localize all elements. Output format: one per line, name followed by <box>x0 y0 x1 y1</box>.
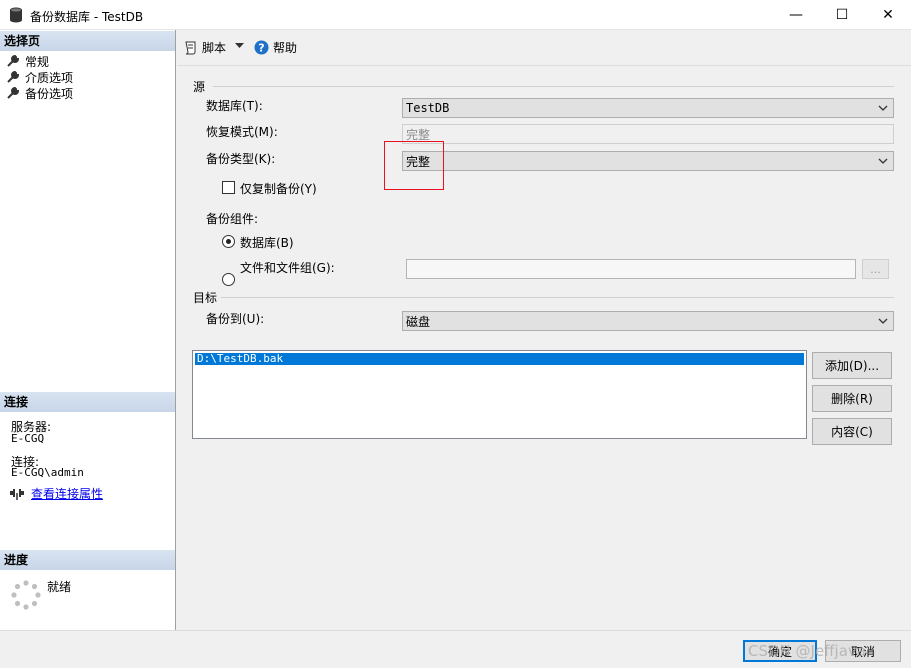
page-item-label: 常规 <box>25 54 50 69</box>
page-item-label: 备份选项 <box>25 86 74 101</box>
add-destination-button[interactable]: 添加(D)... <box>812 352 892 379</box>
backup-type-combobox[interactable]: 完整 <box>402 151 894 171</box>
remove-destination-button[interactable]: 删除(R) <box>812 385 892 412</box>
cancel-button[interactable]: 取消 <box>825 640 901 662</box>
database-label: 数据库(T): <box>206 99 263 113</box>
chevron-down-icon <box>235 43 244 48</box>
progress-status: 就绪 <box>47 580 72 594</box>
help-label: 帮助 <box>273 41 298 55</box>
copy-only-label: 仅复制备份(Y) <box>240 182 317 196</box>
component-database-radio[interactable] <box>222 235 235 248</box>
chevron-down-icon <box>878 158 888 164</box>
database-icon <box>10 7 22 23</box>
component-files-radio[interactable] <box>222 273 235 286</box>
source-group-label: 源 <box>193 80 206 94</box>
ok-button[interactable]: 确定 <box>743 640 817 662</box>
backup-to-label: 备份到(U): <box>206 312 265 326</box>
select-page-header: 选择页 <box>0 31 175 51</box>
chevron-down-icon <box>878 318 888 324</box>
view-connection-properties-link[interactable]: 查看连接属性 <box>31 485 103 502</box>
filegroup-textbox[interactable] <box>406 259 856 279</box>
left-pane: 选择页 常规 介质选项 备份选项 连接 服务器: E-CGQ 连接: E-CGQ… <box>0 30 176 630</box>
progress-spinner-icon <box>11 580 41 610</box>
chevron-down-icon <box>878 105 888 111</box>
window-title: 备份数据库 - TestDB <box>30 10 144 24</box>
recovery-model-label: 恢复模式(M): <box>206 125 278 139</box>
connection-value: E-CGQ\admin <box>11 466 84 479</box>
database-value: TestDB <box>406 101 450 115</box>
page-item-general[interactable]: 常规 <box>6 53 49 69</box>
wrench-icon <box>7 54 20 67</box>
svg-text:?: ? <box>258 42 264 55</box>
server-value: E-CGQ <box>11 432 45 445</box>
script-icon <box>185 41 196 54</box>
component-database-label: 数据库(B) <box>240 236 294 250</box>
close-button[interactable]: ✕ <box>865 0 911 30</box>
page-item-backup-options[interactable]: 备份选项 <box>6 85 73 101</box>
page-item-media-options[interactable]: 介质选项 <box>6 69 73 85</box>
backup-type-label: 备份类型(K): <box>206 152 276 166</box>
title-bar: 备份数据库 - TestDB — ☐ ✕ <box>0 0 911 30</box>
close-icon: ✕ <box>882 7 894 23</box>
backup-component-label: 备份组件: <box>206 212 259 226</box>
script-dropdown-arrow[interactable] <box>235 43 244 49</box>
wrench-icon <box>7 86 20 99</box>
help-icon: ? <box>254 40 269 55</box>
progress-header: 进度 <box>0 550 175 570</box>
backup-destination-list[interactable]: D:\TestDB.bak <box>192 350 807 439</box>
minimize-button[interactable]: — <box>773 0 819 30</box>
maximize-button[interactable]: ☐ <box>819 0 865 30</box>
database-combobox[interactable]: TestDB <box>402 98 894 118</box>
page-item-label: 介质选项 <box>25 70 74 85</box>
recovery-model-field: 完整 <box>402 124 894 144</box>
component-files-label: 文件和文件组(G): <box>240 261 335 275</box>
script-button[interactable]: 脚本 <box>183 39 226 56</box>
highlight-annotation-box <box>384 141 444 190</box>
toolbar: 脚本 ? 帮助 <box>177 30 911 66</box>
destination-group-divider <box>221 297 894 298</box>
minimize-icon: — <box>789 7 803 23</box>
wrench-icon <box>7 70 20 83</box>
maximize-icon: ☐ <box>835 7 849 23</box>
destination-group-label: 目标 <box>193 291 218 305</box>
contents-button[interactable]: 内容(C) <box>812 418 892 445</box>
connection-properties-icon <box>10 489 24 500</box>
backup-to-combobox[interactable]: 磁盘 <box>402 311 894 331</box>
backup-to-value: 磁盘 <box>406 314 431 329</box>
help-button[interactable]: ? 帮助 <box>254 39 297 56</box>
script-label: 脚本 <box>202 41 227 55</box>
list-item[interactable]: D:\TestDB.bak <box>195 353 804 365</box>
connection-header: 连接 <box>0 392 175 412</box>
copy-only-checkbox[interactable] <box>222 181 235 194</box>
recovery-model-value: 完整 <box>406 127 431 142</box>
source-group-divider <box>213 86 894 87</box>
browse-filegroup-button[interactable]: ... <box>862 259 889 279</box>
